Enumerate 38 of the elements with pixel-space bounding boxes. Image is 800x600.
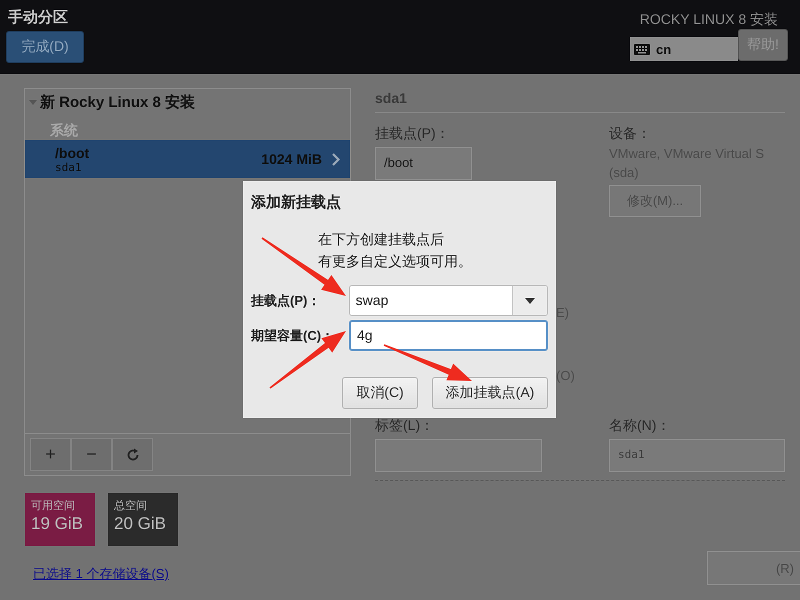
toolbar-button[interactable]: − <box>71 438 112 471</box>
install-group-title: 新 Rocky Linux 8 安装 <box>40 93 196 112</box>
cancel-button[interactable]: 取消(C) <box>342 377 418 409</box>
screen-title: 手动分区 <box>7 8 69 27</box>
storage-devices-link[interactable]: 已选择 1 个存储设备(S) <box>33 565 351 583</box>
field-label: 挂载点(P)： <box>375 125 451 143</box>
refresh-icon <box>126 448 140 462</box>
space-label: 可用空间 <box>31 498 76 513</box>
space-label: 总空间 <box>114 498 148 513</box>
chevron-icon <box>332 152 340 166</box>
toolbar-button[interactable]: + <box>30 438 71 471</box>
keyboard-layout-field[interactable]: cn <box>630 37 738 61</box>
field-label: 挂载点(P)： <box>251 292 322 310</box>
mount-point-field[interactable]: /boot <box>375 147 472 180</box>
dialog-message: 有更多自定义选项可用。 <box>318 252 473 271</box>
add-mount-point-button[interactable]: 添加挂载点(A) <box>432 377 548 409</box>
caret-icon <box>525 298 535 304</box>
label-field[interactable] <box>375 439 542 472</box>
product-title: ROCKY LINUX 8 安装 <box>640 11 779 29</box>
done-button[interactable]: 完成(D) <box>6 31 84 63</box>
field-label: 设备： <box>609 125 652 143</box>
partition-title: sda1 <box>375 88 785 113</box>
dropdown-button[interactable] <box>512 286 547 315</box>
capacity-field[interactable]: 4g <box>349 320 548 351</box>
partition-row[interactable]: /boot sda1 1024 MiB <box>25 140 350 178</box>
keyboard-icon <box>634 44 650 54</box>
field-label: 标签(L)： <box>375 417 436 435</box>
mount-point: /boot <box>55 144 90 160</box>
name-field[interactable]: sda1 <box>609 439 785 472</box>
field-label: 名称(N)： <box>609 417 672 435</box>
device-name: sda1 <box>55 160 82 174</box>
dialog-title: 添加新挂载点 <box>251 193 342 212</box>
space-value: 19 GiB <box>31 514 84 534</box>
refresh-button[interactable] <box>112 438 153 471</box>
dialog-message: 在下方创建挂载点后 <box>318 230 445 249</box>
partition-size: 1024 MiB <box>261 151 322 167</box>
mount-point-combo[interactable]: swap <box>348 285 548 316</box>
space-value: 20 GiB <box>114 514 167 534</box>
